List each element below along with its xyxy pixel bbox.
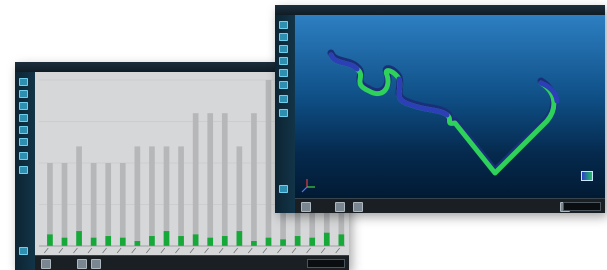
tool-button-8[interactable] bbox=[279, 109, 288, 117]
bar-total bbox=[61, 163, 68, 246]
x-tick-mark bbox=[131, 247, 136, 254]
bar-total bbox=[207, 113, 214, 246]
tube-model bbox=[301, 49, 560, 193]
bar-highlight bbox=[149, 236, 155, 246]
x-tick-mark bbox=[306, 247, 311, 254]
bar-highlight bbox=[338, 234, 345, 246]
bar-total bbox=[192, 113, 199, 246]
tool-button-2[interactable] bbox=[279, 33, 288, 41]
color-legend bbox=[581, 171, 593, 181]
bar-highlight bbox=[192, 234, 199, 246]
x-tick-mark bbox=[44, 247, 49, 254]
bar-total bbox=[134, 146, 141, 246]
bar-total bbox=[119, 163, 126, 246]
bar-highlight bbox=[76, 231, 82, 246]
bar-total bbox=[105, 163, 112, 246]
x-tick-mark bbox=[233, 247, 238, 254]
bar-highlight bbox=[61, 237, 68, 246]
bar-highlight bbox=[323, 232, 330, 246]
tool-button-6[interactable] bbox=[279, 81, 288, 89]
bar-highlight bbox=[207, 237, 214, 246]
bar-total bbox=[265, 80, 272, 246]
bar-highlight bbox=[221, 236, 228, 246]
bar-highlight bbox=[119, 237, 126, 246]
title-bar bbox=[275, 5, 605, 15]
tool-button-5[interactable] bbox=[279, 69, 288, 77]
next-button[interactable] bbox=[91, 259, 101, 269]
bar-highlight bbox=[251, 241, 257, 246]
tool-button-3[interactable] bbox=[19, 102, 28, 110]
bar-highlight bbox=[134, 241, 141, 246]
stop-button[interactable] bbox=[301, 202, 311, 212]
bar-total bbox=[47, 163, 53, 246]
tool-button-9[interactable] bbox=[19, 247, 28, 255]
x-tick-mark bbox=[175, 247, 180, 254]
x-tick-mark bbox=[87, 247, 93, 254]
play-button[interactable] bbox=[335, 202, 345, 212]
tool-button-3[interactable] bbox=[279, 45, 288, 53]
bar-highlight bbox=[294, 236, 301, 246]
tool-button-4[interactable] bbox=[279, 57, 288, 65]
bar-highlight bbox=[280, 239, 286, 246]
bar-highlight bbox=[236, 231, 243, 246]
tool-sidebar bbox=[275, 15, 296, 213]
3d-viewport[interactable] bbox=[295, 15, 605, 199]
bar-highlight bbox=[47, 234, 53, 246]
x-tick-mark bbox=[102, 247, 107, 254]
bar-highlight bbox=[309, 237, 316, 246]
xyz-axis-icon bbox=[301, 179, 315, 193]
x-tick-mark bbox=[291, 247, 297, 254]
tool-button-9[interactable] bbox=[279, 185, 288, 193]
stop-button[interactable] bbox=[41, 259, 51, 269]
x-tick-mark bbox=[248, 247, 253, 254]
bar-total bbox=[178, 146, 184, 246]
x-tick-mark bbox=[73, 247, 78, 254]
next-button[interactable] bbox=[353, 202, 363, 212]
tool-button-1[interactable] bbox=[279, 21, 288, 29]
bar-total bbox=[221, 113, 228, 246]
x-tick-mark bbox=[335, 247, 340, 254]
bar-total bbox=[90, 163, 97, 246]
status-field bbox=[307, 259, 345, 268]
tool-sidebar bbox=[15, 72, 36, 270]
x-tick-mark bbox=[160, 247, 166, 254]
tool-button-5[interactable] bbox=[19, 126, 28, 134]
tool-button-8[interactable] bbox=[19, 166, 28, 174]
tool-button-6[interactable] bbox=[19, 138, 28, 146]
bar-highlight bbox=[105, 236, 112, 246]
bar-total bbox=[149, 146, 155, 246]
x-tick-mark bbox=[277, 247, 282, 254]
x-tick-mark bbox=[146, 247, 151, 254]
tool-button-7[interactable] bbox=[279, 95, 288, 103]
3d-viewer-window bbox=[275, 5, 605, 213]
bottom-toolbar bbox=[35, 255, 349, 270]
bottom-toolbar bbox=[295, 198, 605, 213]
x-tick-mark bbox=[262, 247, 268, 254]
x-tick-mark bbox=[204, 247, 209, 254]
bar-highlight bbox=[265, 237, 272, 246]
bar-highlight bbox=[163, 231, 170, 246]
x-tick-mark bbox=[116, 247, 122, 254]
tool-button-7[interactable] bbox=[19, 152, 28, 160]
status-field bbox=[563, 202, 601, 211]
tool-button-4[interactable] bbox=[19, 114, 28, 122]
tool-button-2[interactable] bbox=[19, 90, 28, 98]
x-tick-mark bbox=[58, 247, 64, 254]
play-button[interactable] bbox=[77, 259, 87, 269]
x-tick-mark bbox=[189, 247, 195, 254]
x-tick-mark bbox=[218, 247, 224, 254]
tool-button-1[interactable] bbox=[19, 78, 28, 86]
tube-blue-section-2 bbox=[396, 76, 450, 118]
x-tick-mark bbox=[320, 247, 326, 254]
bar-total bbox=[251, 113, 257, 246]
bar-highlight bbox=[178, 236, 184, 246]
bar-highlight bbox=[90, 237, 97, 246]
